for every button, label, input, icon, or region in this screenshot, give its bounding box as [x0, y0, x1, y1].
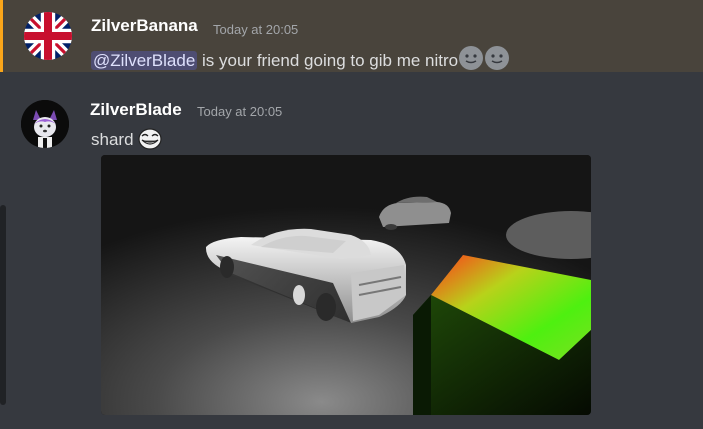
avatar-fox-icon[interactable] [21, 100, 69, 148]
avatar-uk-flag-icon[interactable] [24, 12, 72, 60]
message-text: shard [91, 130, 134, 149]
message-content: shard [91, 128, 162, 155]
timestamp: Today at 20:05 [213, 22, 299, 37]
timestamp: Today at 20:05 [197, 104, 283, 119]
message-text: is your friend going to gib me nitro [197, 51, 459, 70]
user-mention[interactable]: @ZilverBlade [91, 51, 198, 70]
scrollbar-thumb[interactable] [0, 205, 6, 405]
message-zilverbanana[interactable]: ZilverBanana Today at 20:05 @ZilverBlade… [0, 0, 703, 72]
username[interactable]: ZilverBanana [91, 16, 198, 36]
slight-smile-emoji [458, 45, 484, 76]
username[interactable]: ZilverBlade [90, 100, 182, 120]
message-content: @ZilverBlade is your friend going to gib… [91, 45, 510, 76]
slight-smile-emoji [484, 45, 510, 76]
trollface-emoji [138, 128, 162, 155]
image-attachment[interactable] [101, 155, 591, 415]
